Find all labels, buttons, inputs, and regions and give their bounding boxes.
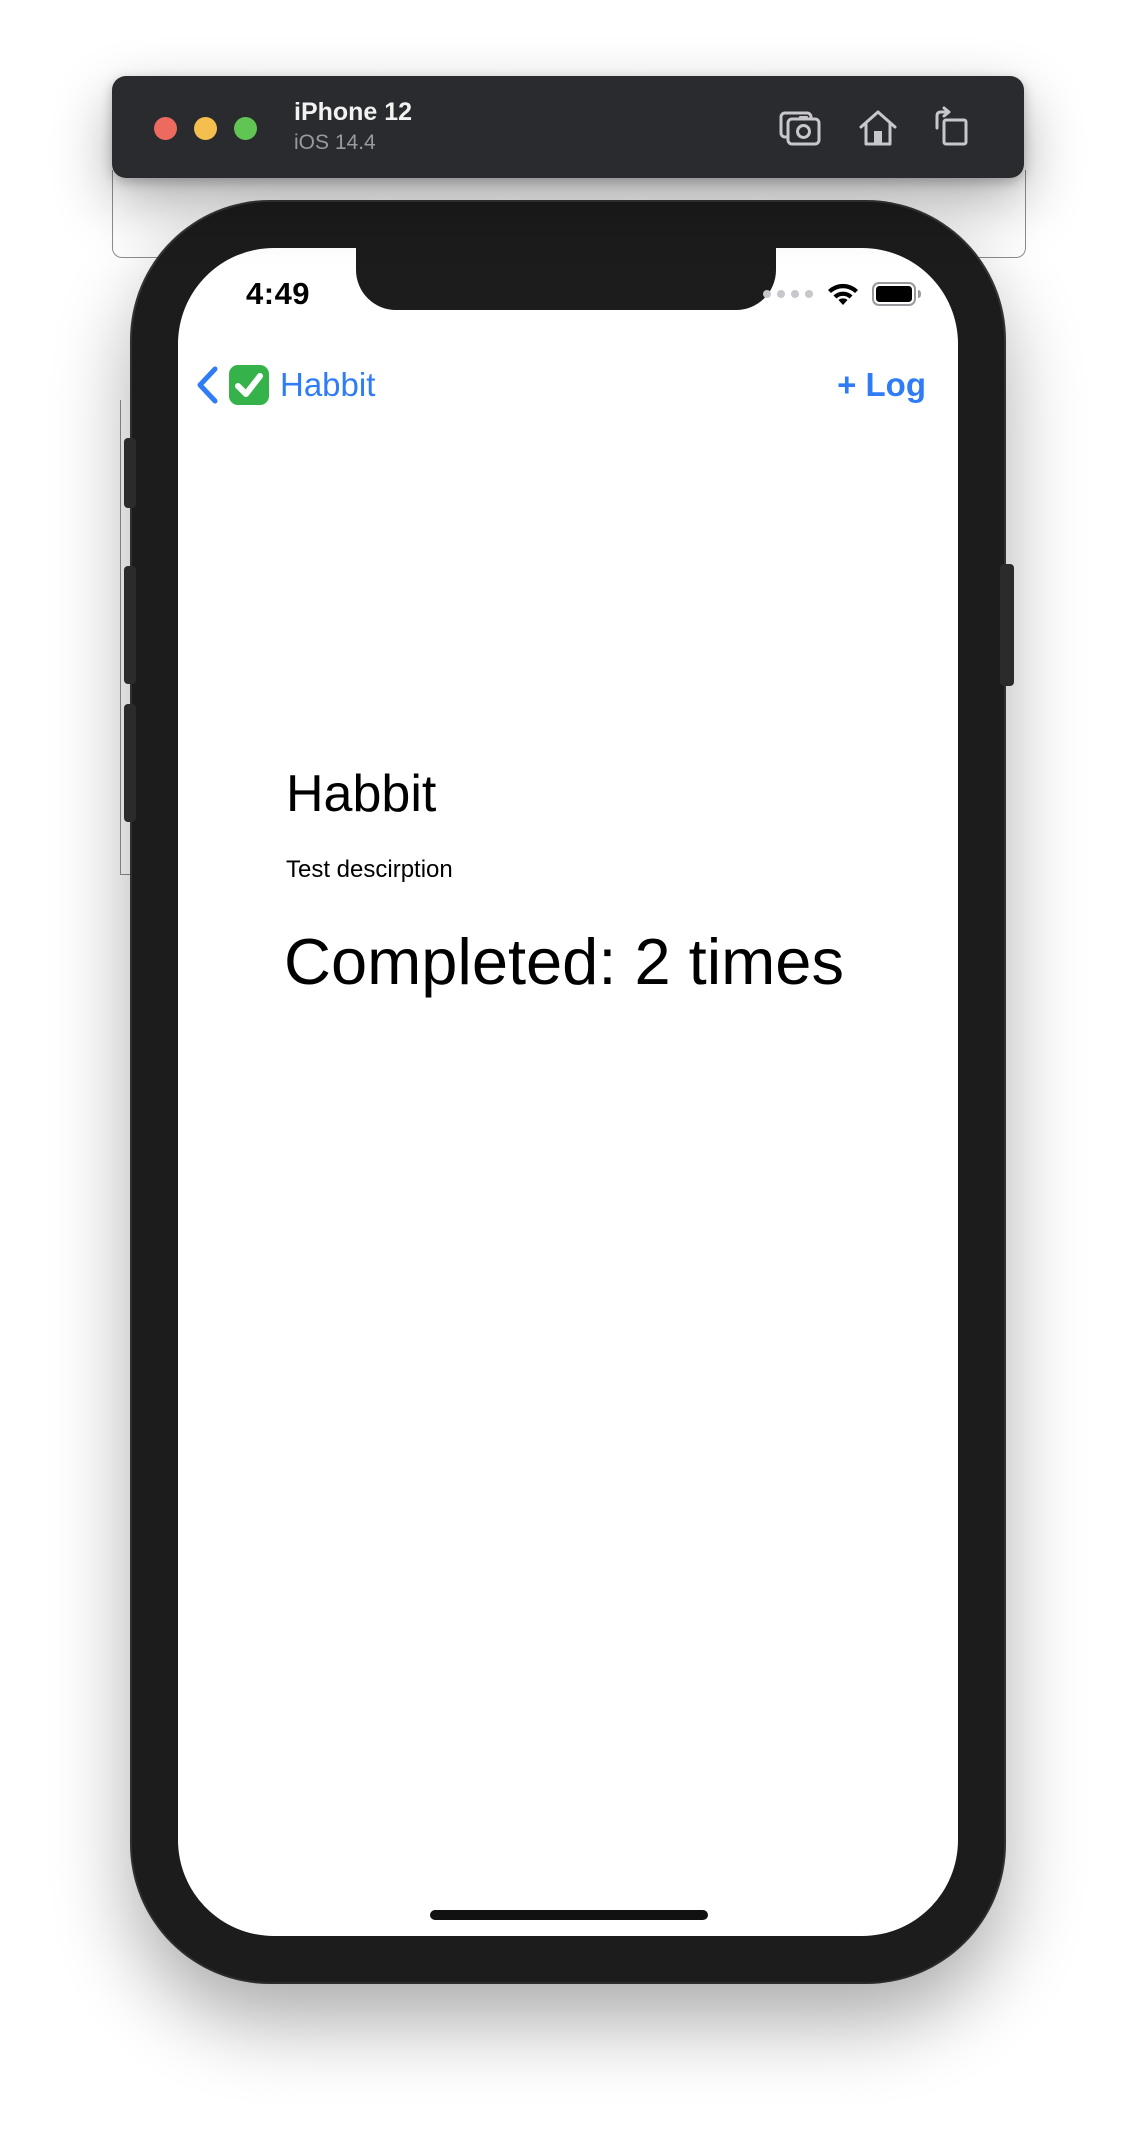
add-log-button[interactable]: + Log bbox=[837, 360, 926, 410]
screenshot-icon[interactable] bbox=[778, 106, 822, 150]
back-button[interactable]: Habbit bbox=[194, 360, 375, 410]
status-time: 4:49 bbox=[246, 276, 311, 311]
habit-title: Habbit bbox=[286, 765, 437, 823]
device-notch bbox=[356, 248, 776, 310]
battery-icon bbox=[872, 282, 921, 306]
cellular-icon bbox=[763, 290, 813, 298]
app-screen: 4:49 Habbit + Log Habbit Test descirptio… bbox=[178, 248, 958, 1936]
habit-description: Test descirption bbox=[286, 856, 453, 883]
power-button bbox=[1000, 564, 1014, 686]
wifi-icon bbox=[828, 283, 858, 305]
volume-up-button bbox=[124, 566, 136, 684]
simulator-os-version: iOS 14.4 bbox=[294, 131, 376, 154]
close-window-button[interactable] bbox=[154, 117, 177, 140]
home-icon[interactable] bbox=[856, 106, 900, 150]
status-icons bbox=[762, 280, 922, 308]
chevron-left-icon bbox=[197, 366, 218, 404]
minimize-window-button[interactable] bbox=[194, 117, 217, 140]
iphone-device-frame: 4:49 Habbit + Log Habbit Test descirptio… bbox=[132, 202, 1004, 1982]
home-indicator[interactable] bbox=[430, 1910, 708, 1920]
rotate-icon[interactable] bbox=[930, 106, 974, 150]
silent-switch bbox=[124, 438, 136, 508]
desktop-stage: iPhone 12 iOS 14.4 4:49 Habbit + Log Hab… bbox=[0, 0, 1136, 2132]
back-button-label: Habbit bbox=[280, 366, 376, 403]
volume-down-button bbox=[124, 704, 136, 822]
simulator-device-name: iPhone 12 bbox=[294, 98, 413, 126]
habit-completed-count: Completed: 2 times bbox=[284, 925, 844, 998]
check-mark-emoji-icon bbox=[229, 365, 269, 405]
zoom-window-button[interactable] bbox=[234, 117, 257, 140]
simulator-title-bar: iPhone 12 iOS 14.4 bbox=[112, 76, 1024, 178]
